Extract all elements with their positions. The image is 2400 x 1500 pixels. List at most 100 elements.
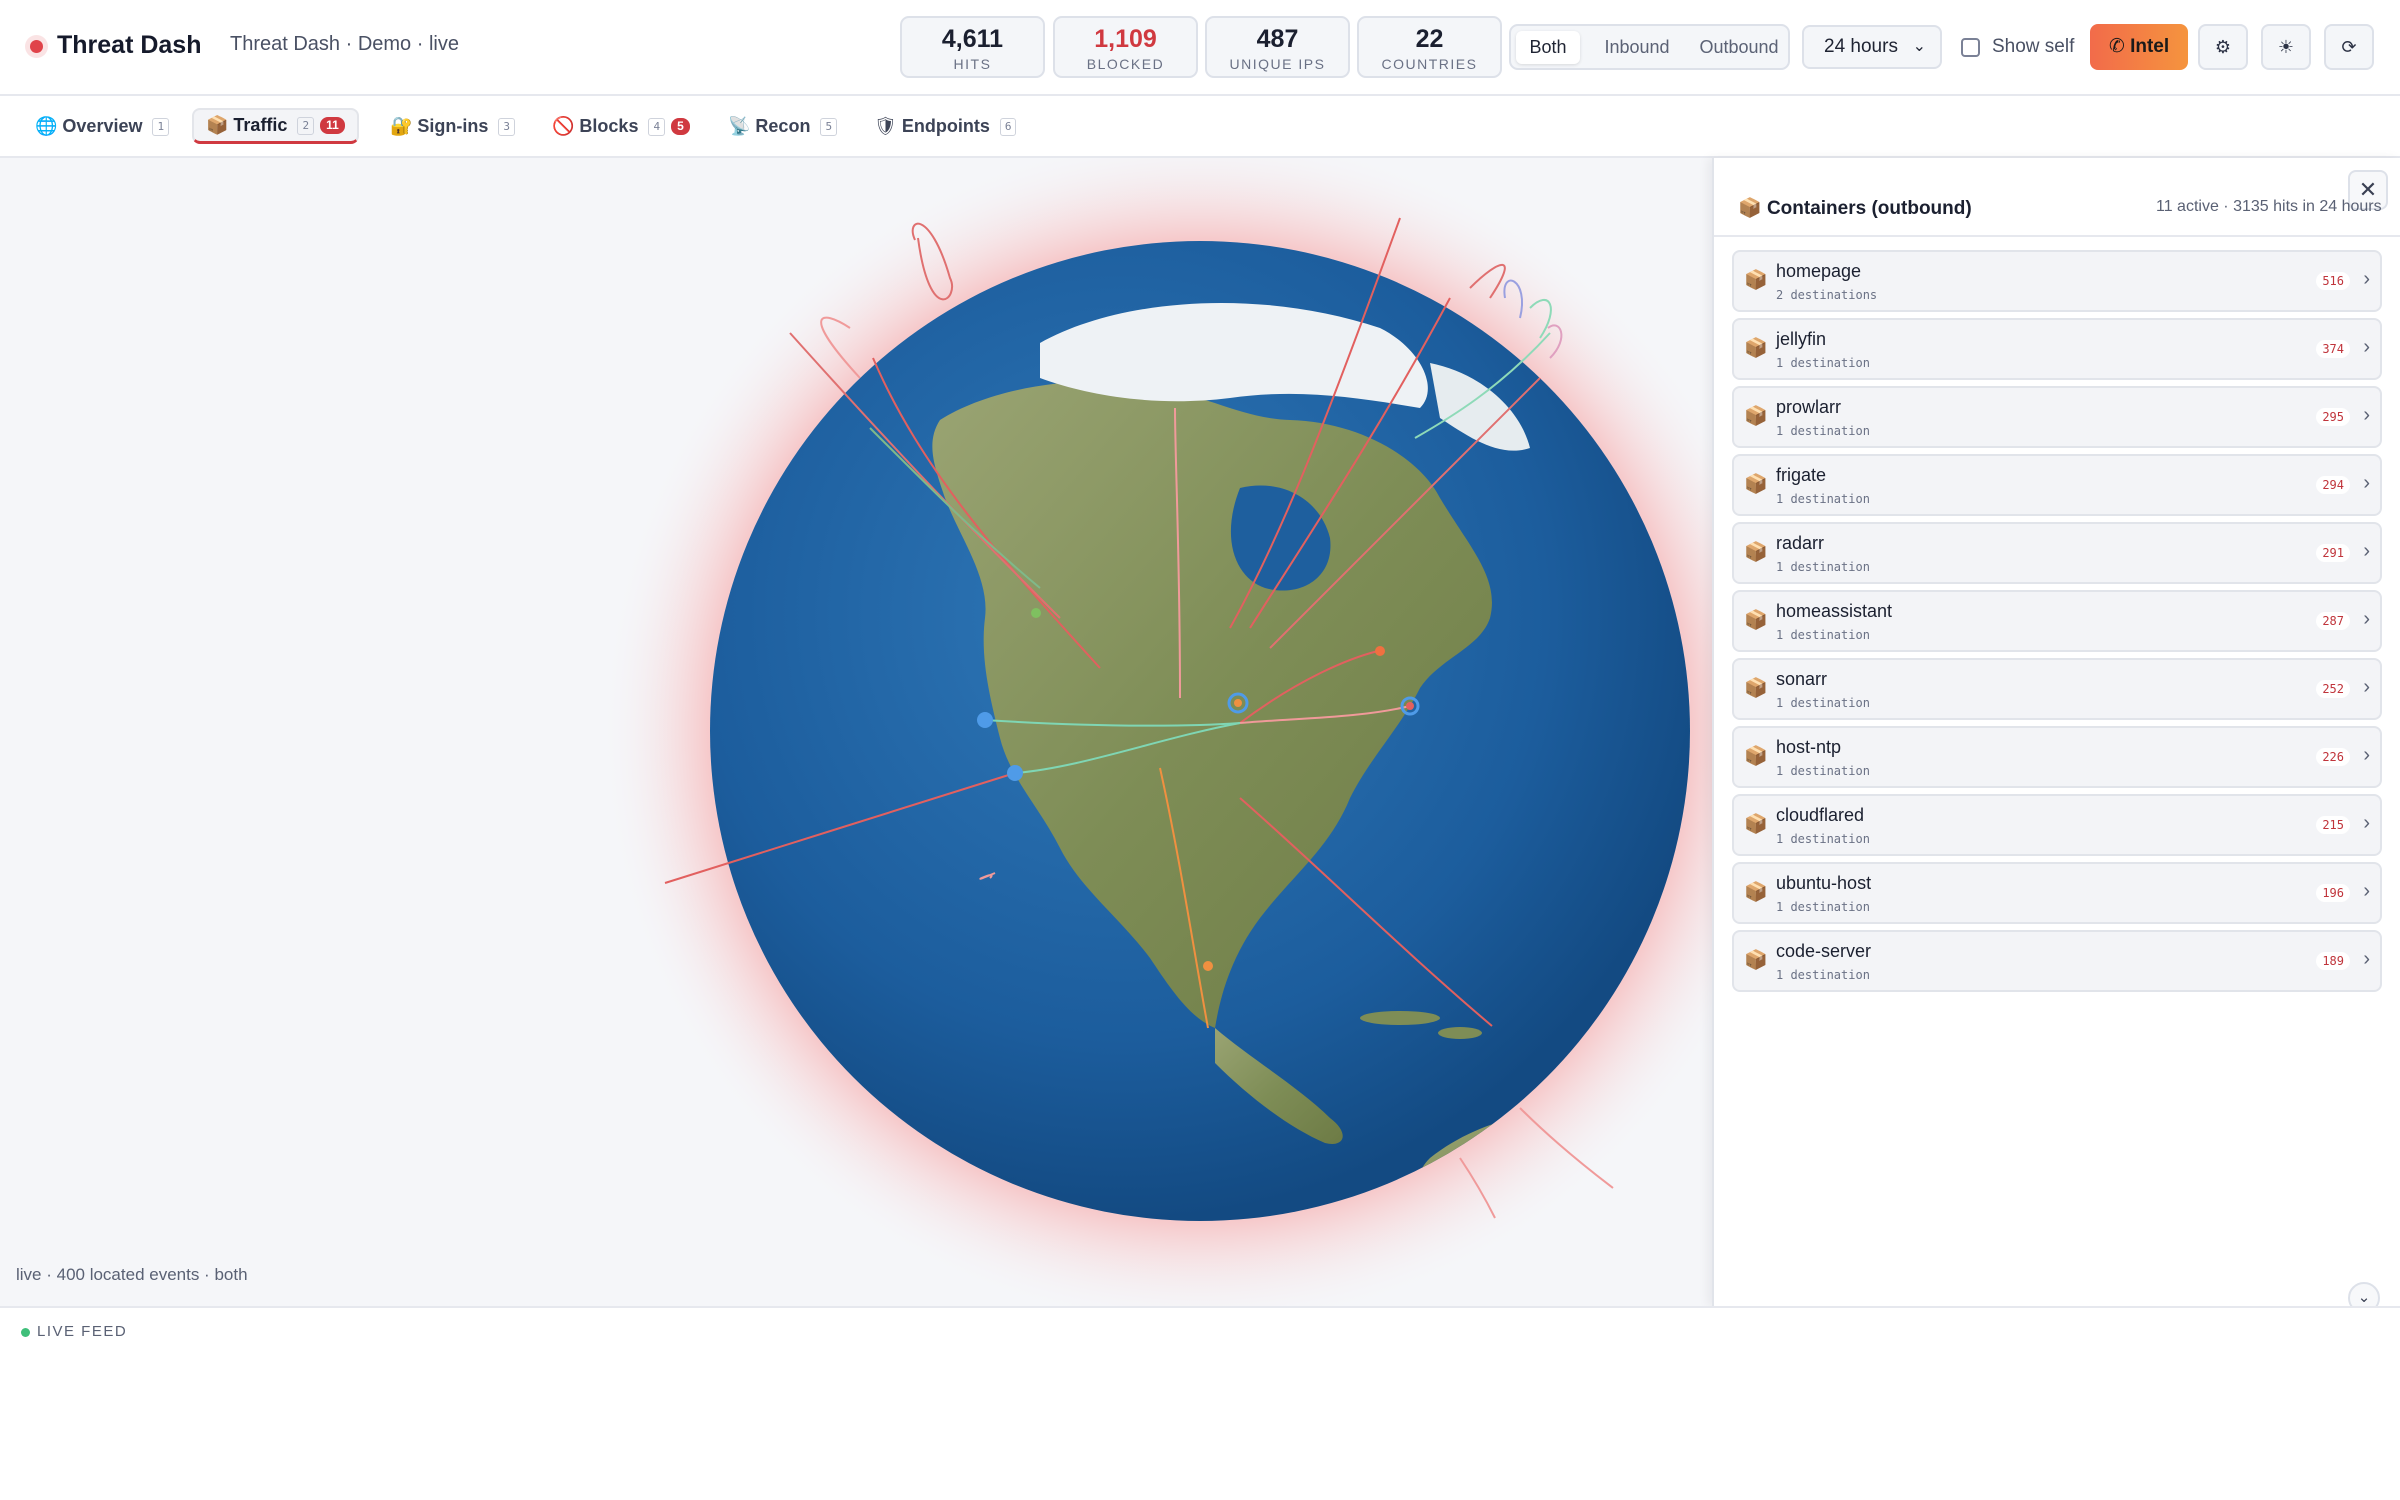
show-self-checkbox[interactable] — [1961, 38, 1980, 57]
chevron-down-icon: ⌄ — [2357, 1289, 2371, 1306]
container-name: homeassistant — [1776, 601, 1893, 621]
container-hit-count: 226 — [2316, 748, 2350, 766]
container-destinations: 1 destination — [1776, 968, 1870, 982]
tab-blocks-badge: 5 — [671, 118, 690, 135]
tab-recon-shortcut: 5 — [820, 118, 838, 136]
container-name: jellyfin — [1776, 329, 1827, 349]
tab-blocks[interactable]: 🚫 Blocks 4 5 — [540, 108, 702, 144]
direction-both-button[interactable]: Both — [1516, 31, 1580, 64]
container-name: radarr — [1776, 533, 1825, 553]
gear-icon: ⚙ — [2214, 37, 2232, 57]
container-row-jellyfin[interactable]: 📦 jellyfin 1 destination 374 › — [1732, 318, 2382, 380]
container-name: code-server — [1776, 941, 1872, 961]
stat-hits-value: 4,611 — [941, 25, 1004, 53]
live-feed: LIVE FEED — [0, 1306, 2400, 1500]
tab-endpoints-shortcut: 6 — [999, 118, 1017, 136]
container-name: sonarr — [1776, 669, 1828, 689]
container-hit-count: 516 — [2316, 272, 2350, 290]
time-range-select[interactable]: 24 hours ⌄ — [1802, 25, 1942, 69]
package-icon: 📦 — [1744, 610, 1768, 631]
container-row-sonarr[interactable]: 📦 sonarr 1 destination 252 › — [1732, 658, 2382, 720]
tab-traffic-shortcut: 2 — [297, 117, 315, 135]
tab-blocks-shortcut: 4 — [648, 118, 666, 136]
package-icon: 📦 — [1744, 950, 1768, 971]
container-destinations: 1 destination — [1776, 832, 1870, 846]
endpoint-dot[interactable] — [1031, 608, 1041, 618]
endpoint-dot — [1234, 699, 1242, 707]
container-destinations: 1 destination — [1776, 560, 1870, 574]
chevron-right-icon: › — [2363, 880, 2370, 902]
theme-toggle-button[interactable]: ☀ — [2261, 24, 2311, 70]
endpoint-dot[interactable] — [1007, 765, 1023, 781]
container-hit-count: 287 — [2316, 612, 2350, 630]
container-row-frigate[interactable]: 📦 frigate 1 destination 294 › — [1732, 454, 2382, 516]
direction-inbound-button[interactable]: Inbound — [1589, 31, 1685, 64]
refresh-icon: ⟳ — [2341, 37, 2357, 57]
tab-overview[interactable]: 🌐 Overview 1 — [23, 108, 181, 144]
tab-endpoints[interactable]: 🛡 Endpoints 6 — [862, 108, 1028, 144]
stat-unique-ips-label: UNIQUE IPS — [1229, 56, 1326, 72]
endpoint-dot[interactable] — [1375, 646, 1385, 656]
globe-icon: 🌐 — [35, 116, 58, 136]
stat-hits: 4,611 HITS — [900, 16, 1045, 78]
container-row-cloudflared[interactable]: 📦 cloudflared 1 destination 215 › — [1732, 794, 2382, 856]
tab-traffic-label: Traffic — [233, 115, 288, 135]
container-hit-count: 215 — [2316, 816, 2350, 834]
stat-countries-label: COUNTRIES — [1381, 56, 1478, 72]
container-destinations: 1 destination — [1776, 628, 1870, 642]
intel-button[interactable]: ✆ Intel — [2090, 24, 2188, 70]
prohibited-icon: 🚫 — [552, 116, 575, 136]
globe-view[interactable]: live · 400 located events · both — [0, 158, 1712, 1306]
endpoint-dot — [1406, 702, 1414, 710]
container-hit-count: 189 — [2316, 952, 2350, 970]
stat-unique-ips-value: 487 — [1256, 25, 1299, 53]
live-indicator-dot — [30, 40, 43, 53]
tab-bar: 🌐 Overview 1 📦 Traffic 2 11 🔐 Sign-ins 3 🚫 Block… — [0, 96, 2400, 158]
endpoint-dot[interactable] — [977, 712, 993, 728]
container-destinations: 2 destinations — [1776, 288, 1878, 302]
package-icon: 📦 — [1744, 270, 1768, 291]
chevron-right-icon: › — [2363, 404, 2370, 426]
app-header: Threat Dash Threat Dash · Demo · live 4,… — [0, 0, 2400, 96]
panel-meta: 11 active · 3135 hits in 24 hours — [2156, 198, 2382, 215]
stat-blocked: 1,109 BLOCKED — [1053, 16, 1198, 78]
settings-button[interactable]: ⚙ — [2198, 24, 2248, 70]
container-destinations: 1 destination — [1776, 764, 1870, 778]
container-row-code-server[interactable]: 📦 code-server 1 destination 189 › — [1732, 930, 2382, 992]
container-hit-count: 196 — [2316, 884, 2350, 902]
sun-icon: ☀ — [2277, 37, 2295, 57]
time-range-value: 24 hours — [1824, 36, 1898, 57]
container-row-homepage[interactable]: 📦 homepage 2 destinations 516 › — [1732, 250, 2382, 312]
stat-hits-label: HITS — [953, 56, 992, 72]
chevron-right-icon: › — [2363, 812, 2370, 834]
direction-outbound-button[interactable]: Outbound — [1691, 31, 1787, 64]
refresh-button[interactable]: ⟳ — [2324, 24, 2374, 70]
panel-divider — [1714, 235, 2400, 237]
app-title: Threat Dash — [57, 31, 202, 59]
live-feed-dot — [21, 1328, 30, 1337]
chevron-right-icon: › — [2363, 676, 2370, 698]
chevron-right-icon: › — [2363, 744, 2370, 766]
package-icon: 📦 — [206, 115, 229, 135]
container-row-homeassistant[interactable]: 📦 homeassistant 1 destination 287 › — [1732, 590, 2382, 652]
tab-overview-label: Overview — [62, 116, 143, 136]
container-row-host-ntp[interactable]: 📦 host-ntp 1 destination 226 › — [1732, 726, 2382, 788]
container-row-radarr[interactable]: 📦 radarr 1 destination 291 › — [1732, 522, 2382, 584]
container-row-prowlarr[interactable]: 📦 prowlarr 1 destination 295 › — [1732, 386, 2382, 448]
container-row-ubuntu-host[interactable]: 📦 ubuntu-host 1 destination 196 › — [1732, 862, 2382, 924]
map-status-text: live · 400 located events · both — [16, 1265, 248, 1284]
direction-toggle: Both Inbound Outbound — [1509, 24, 1790, 70]
chevron-right-icon: › — [2363, 540, 2370, 562]
tab-recon[interactable]: 📡 Recon 5 — [716, 108, 849, 144]
endpoint-dot[interactable] — [1203, 961, 1213, 971]
tab-traffic[interactable]: 📦 Traffic 2 11 — [192, 108, 359, 144]
package-icon: 📦 — [1744, 338, 1768, 359]
show-self-label[interactable]: Show self — [1992, 36, 2074, 58]
satellite-antenna-icon: 📡 — [728, 116, 751, 136]
package-icon: 📦 — [1744, 542, 1768, 563]
tab-sign-ins[interactable]: 🔐 Sign-ins 3 — [378, 108, 527, 144]
package-icon: 📦 — [1738, 198, 1762, 219]
app-subtitle: Threat Dash · Demo · live — [230, 33, 459, 55]
container-name: frigate — [1776, 465, 1827, 485]
globe-canvas[interactable] — [0, 158, 1712, 1306]
